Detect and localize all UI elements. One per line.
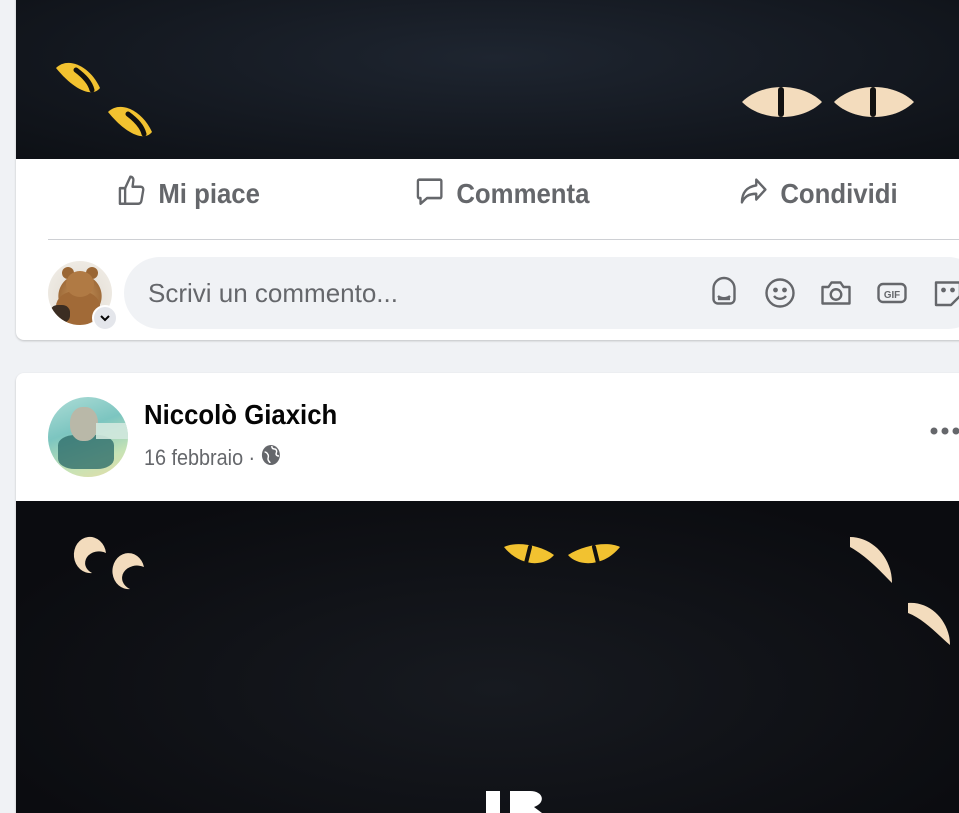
sticker-icon[interactable] (930, 275, 959, 311)
post-header: Niccolò Giaxich 16 febbraio · (16, 373, 959, 501)
camera-icon[interactable] (818, 275, 854, 311)
post-card: Mi piace Commenta Condividi (16, 0, 959, 340)
comment-composer: GIF (16, 257, 959, 331)
thumbs-up-icon (116, 174, 147, 215)
post-meta: 16 febbraio · (144, 443, 282, 473)
like-label: Mi piace (158, 178, 260, 210)
comment-label: Commenta (456, 178, 589, 210)
speech-bubble-icon (414, 174, 445, 215)
share-arrow-icon (738, 174, 769, 215)
more-options-button[interactable] (928, 417, 959, 445)
yellow-eyes-center (504, 544, 620, 563)
emoji-icon[interactable] (762, 275, 798, 311)
cream-eyes-left (74, 537, 144, 589)
cream-eyes-right (742, 87, 914, 117)
share-button[interactable]: Condividi (738, 171, 898, 217)
post-image[interactable] (16, 501, 959, 813)
comment-button[interactable]: Commenta (414, 171, 589, 217)
avatar-sticker-icon[interactable] (706, 275, 742, 311)
meta-separator: · (248, 445, 255, 471)
gif-icon[interactable]: GIF (874, 275, 910, 311)
post-actions: Mi piace Commenta Condividi (16, 159, 959, 230)
share-label: Condividi (780, 178, 897, 210)
svg-text:GIF: GIF (884, 290, 900, 301)
cat-eyes-illustration (16, 501, 959, 813)
chevron-down-icon[interactable] (92, 305, 118, 331)
divider (48, 239, 959, 240)
partial-title-text (486, 791, 542, 813)
cream-eyes-right (850, 537, 950, 645)
post-image[interactable] (16, 0, 959, 159)
yellow-eyes-left (56, 63, 152, 136)
more-dots-icon (928, 425, 959, 437)
cat-eyes-illustration (16, 0, 959, 159)
user-avatar-button[interactable] (48, 261, 112, 325)
author-name[interactable]: Niccolò Giaxich (144, 399, 337, 431)
post-date[interactable]: 16 febbraio (144, 445, 243, 471)
author-avatar[interactable] (48, 397, 128, 477)
like-button[interactable]: Mi piace (116, 171, 260, 217)
post-card: Niccolò Giaxich 16 febbraio · (16, 373, 959, 813)
globe-icon (260, 443, 282, 473)
